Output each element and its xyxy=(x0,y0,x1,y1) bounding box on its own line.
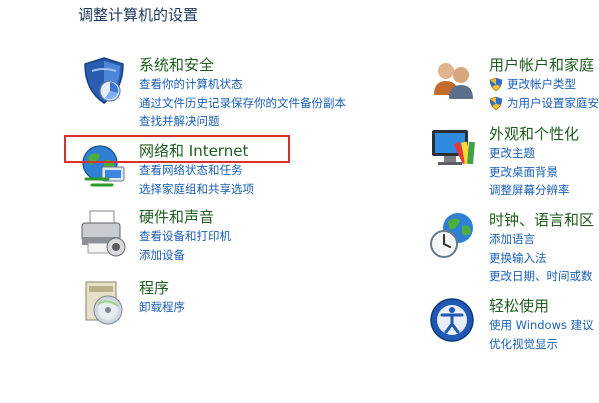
link-adjust-resolution[interactable]: 调整屏幕分辨率 xyxy=(489,181,579,200)
link-devices-printers[interactable]: 查看设备和打印机 xyxy=(139,227,231,246)
link-view-network-status[interactable]: 查看网络状态和任务 xyxy=(139,161,254,180)
users-icon[interactable] xyxy=(428,55,480,107)
programs-icon[interactable] xyxy=(78,278,130,330)
link-change-desktop-background[interactable]: 更改桌面背景 xyxy=(489,163,579,182)
category-title-system-security[interactable]: 系统和安全 xyxy=(139,55,346,75)
monitor-palette-icon[interactable] xyxy=(428,124,480,176)
link-add-language[interactable]: 添加语言 xyxy=(489,230,594,249)
link-change-date-time[interactable]: 更改日期、时间或数 xyxy=(489,267,594,286)
link-uninstall-program[interactable]: 卸载程序 xyxy=(139,298,185,317)
link-windows-suggestions[interactable]: 使用 Windows 建议 xyxy=(489,316,594,335)
category-title-appearance[interactable]: 外观和个性化 xyxy=(489,124,579,144)
link-homegroup-sharing[interactable]: 选择家庭组和共享选项 xyxy=(139,180,254,199)
category-title-ease-of-access[interactable]: 轻松使用 xyxy=(489,296,594,316)
link-change-account-type-label: 更改帐户类型 xyxy=(507,77,576,91)
link-change-account-type[interactable]: 更改帐户类型 xyxy=(489,75,599,94)
category-title-clock-language[interactable]: 时钟、语言和区 xyxy=(489,210,594,230)
page-title: 调整计算机的设置 xyxy=(78,6,199,24)
link-change-theme[interactable]: 更改主题 xyxy=(489,144,579,163)
link-troubleshoot[interactable]: 查找并解决问题 xyxy=(139,112,346,131)
printer-icon[interactable] xyxy=(78,207,130,259)
ease-of-access-icon[interactable] xyxy=(428,296,480,348)
highlight-annotation-box xyxy=(64,135,290,163)
uac-shield-icon xyxy=(489,77,503,92)
uac-shield-icon xyxy=(489,96,503,110)
link-optimize-visual-display[interactable]: 优化视觉显示 xyxy=(489,335,594,354)
clock-globe-icon[interactable] xyxy=(428,210,480,262)
category-title-user-accounts[interactable]: 用户帐户和家庭 xyxy=(489,55,599,75)
link-family-safety[interactable]: 为用户设置家庭安 xyxy=(489,94,599,113)
link-add-device[interactable]: 添加设备 xyxy=(139,246,231,265)
link-change-input-method[interactable]: 更换输入法 xyxy=(489,249,594,268)
link-file-history-backup[interactable]: 通过文件历史记录保存你的文件备份副本 xyxy=(139,94,346,113)
link-view-computer-status[interactable]: 查看你的计算机状态 xyxy=(139,75,346,94)
shield-icon[interactable] xyxy=(78,55,130,107)
category-title-programs[interactable]: 程序 xyxy=(139,278,185,298)
link-family-safety-label: 为用户设置家庭安 xyxy=(507,95,599,110)
category-title-hardware-sound[interactable]: 硬件和声音 xyxy=(139,207,231,227)
